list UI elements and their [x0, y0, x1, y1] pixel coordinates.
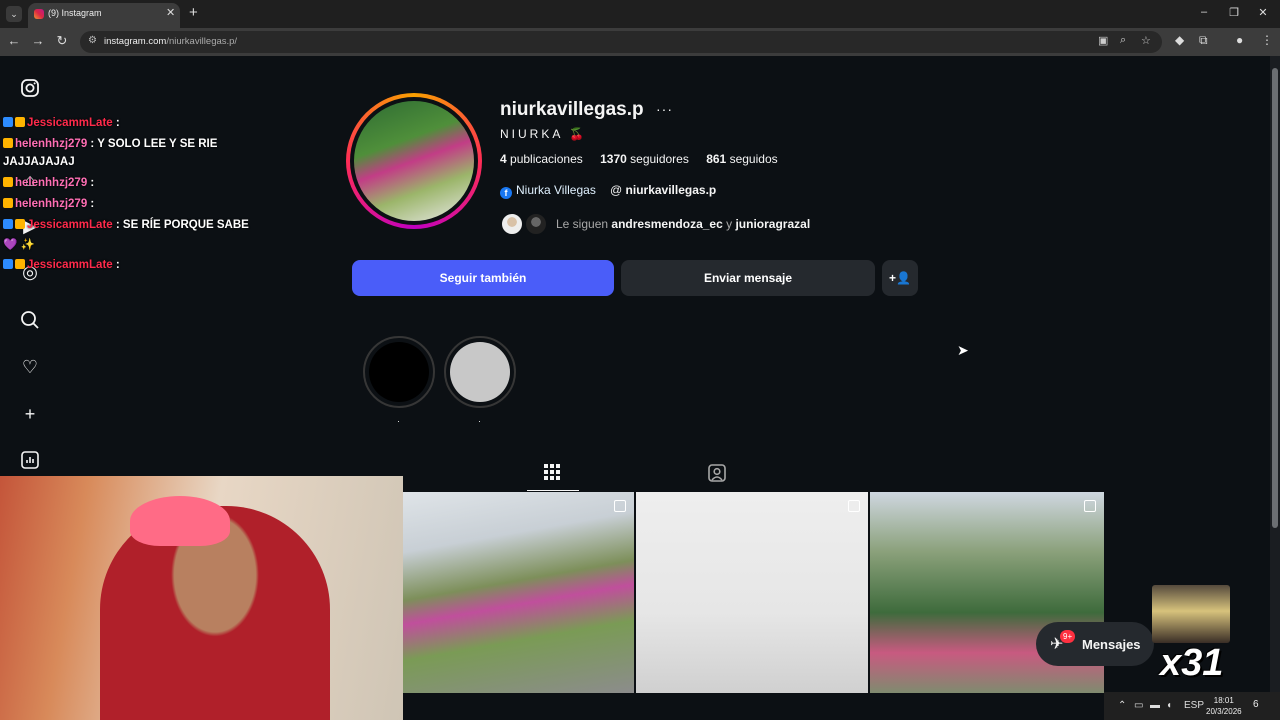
browser-tab-bar: ⌄ (9) Instagram ✕ + – ❐ ✕	[0, 0, 1280, 28]
story-highlight[interactable]	[363, 336, 435, 408]
followed-by-text[interactable]: Le siguen andresmendoza_ec y junioragraz…	[556, 217, 810, 231]
extensions-puzzle-icon[interactable]: ⧉	[1199, 33, 1208, 48]
tab-search-button[interactable]: ⌄	[6, 6, 22, 22]
site-info-icon[interactable]: ⚙	[88, 35, 97, 46]
secondary-webcam	[1152, 585, 1230, 643]
profile-photo	[354, 101, 474, 221]
follower-avatar[interactable]	[524, 212, 548, 236]
story-highlight-label: ·	[397, 416, 400, 426]
chat-message: JessicammLate : SE RÍE PORQUE SABE	[3, 219, 249, 231]
tray-chevron-icon[interactable]: ⌃	[1118, 700, 1126, 711]
close-window-icon[interactable]: ✕	[1255, 6, 1271, 19]
chat-message: helenhhzj279 :	[3, 198, 94, 210]
dashboard-icon[interactable]	[20, 450, 40, 470]
grid-icon[interactable]	[543, 463, 561, 486]
bookmark-star-icon[interactable]: ☆	[1141, 34, 1151, 47]
webcam-overlay	[0, 476, 403, 720]
post-thumbnail[interactable]	[636, 492, 868, 693]
messages-badge: 9+	[1060, 630, 1076, 643]
notification-icon[interactable]: 6	[1253, 699, 1259, 710]
messages-label: Mensajes	[1082, 637, 1141, 652]
followers-stat[interactable]: 1370 seguidores	[600, 152, 689, 166]
new-tab-button[interactable]: +	[189, 4, 198, 21]
more-options-icon[interactable]: ···	[656, 101, 673, 117]
story-highlight-label: ·	[478, 416, 481, 426]
profile-avatar[interactable]	[346, 93, 482, 229]
story-highlight[interactable]	[444, 336, 516, 408]
extension-icon[interactable]: ◆	[1175, 33, 1184, 47]
follow-back-button[interactable]: Seguir también	[352, 260, 614, 296]
browser-tab[interactable]: (9) Instagram ✕	[28, 3, 180, 28]
facebook-icon: f	[500, 187, 512, 199]
browser-navigation-bar: ← → ↻ ⚙ instagram.com/niurkavillegas.p/ …	[0, 28, 1280, 56]
chat-message: helenhhzj279 : Y SOLO LEE Y SE RIE	[3, 138, 217, 150]
back-icon[interactable]: ←	[6, 33, 22, 48]
language-indicator[interactable]: ESP	[1184, 700, 1204, 711]
search-icon[interactable]	[20, 310, 40, 330]
cast-icon[interactable]: ▣	[1098, 34, 1108, 47]
create-icon[interactable]: +	[20, 404, 40, 424]
instagram-favicon-icon	[34, 9, 44, 19]
threads-link[interactable]: @ niurkavillegas.p	[610, 183, 716, 197]
mouse-cursor-icon: ➤	[957, 342, 969, 358]
network-icon[interactable]: ▭	[1134, 700, 1143, 711]
chat-message: JessicammLate :	[3, 117, 120, 129]
restore-icon[interactable]: ❐	[1226, 6, 1242, 19]
carousel-icon	[1084, 500, 1096, 512]
facebook-link[interactable]: f Niurka Villegas	[500, 183, 596, 199]
heart-icon[interactable]: ♡	[20, 357, 40, 377]
profile-username: niurkavillegas.p	[500, 99, 644, 120]
posts-stat: 4 publicaciones	[500, 152, 583, 166]
minimize-icon[interactable]: –	[1196, 6, 1212, 18]
chat-message: JessicammLate :	[3, 259, 120, 271]
profile-stats: 4 publicaciones 1370 seguidores 861 segu…	[500, 152, 778, 166]
follower-avatar[interactable]	[500, 212, 524, 236]
scrollbar-thumb[interactable]	[1272, 68, 1278, 528]
system-clock[interactable]: 18:01 20/3/2026	[1206, 695, 1242, 717]
messages-button[interactable]: ✈ 9+ Mensajes	[1036, 622, 1154, 666]
forward-icon[interactable]: →	[30, 33, 46, 48]
send-message-button[interactable]: Enviar mensaje	[621, 260, 875, 296]
browser-menu-icon[interactable]: ⋮	[1261, 33, 1273, 47]
zoom-icon[interactable]: ⌕	[1120, 34, 1126, 47]
chat-message: JAJJAJAJAJ	[3, 156, 75, 168]
url-text[interactable]: instagram.com/niurkavillegas.p/	[104, 36, 237, 47]
suggested-users-icon[interactable]: +👤	[882, 260, 918, 296]
active-tab-indicator	[527, 490, 579, 491]
threads-icon: @	[610, 183, 623, 197]
profile-icon[interactable]: ●	[1236, 33, 1243, 47]
close-tab-icon[interactable]: ✕	[166, 6, 175, 19]
page-scrollbar[interactable]	[1270, 56, 1280, 720]
chat-message: 💜 ✨	[3, 239, 35, 251]
carousel-icon	[848, 500, 860, 512]
multiplier-overlay: x31	[1160, 642, 1224, 684]
address-bar[interactable]: ⚙ instagram.com/niurkavillegas.p/ ▣ ⌕ ☆	[80, 31, 1162, 53]
battery-icon[interactable]: ▬	[1150, 700, 1160, 711]
carousel-icon	[614, 500, 626, 512]
profile-full-name: NIURKA 🍒	[500, 127, 587, 141]
chat-message: helenhhzj279 :	[3, 177, 94, 189]
post-thumbnail[interactable]	[403, 492, 634, 693]
instagram-logo-icon[interactable]	[20, 78, 40, 98]
reload-icon[interactable]: ↻	[54, 33, 70, 49]
tab-title: (9) Instagram	[48, 8, 102, 18]
following-stat[interactable]: 861 seguidos	[706, 152, 777, 166]
volume-icon[interactable]: ◖	[1166, 700, 1172, 711]
tagged-icon[interactable]	[707, 463, 727, 488]
